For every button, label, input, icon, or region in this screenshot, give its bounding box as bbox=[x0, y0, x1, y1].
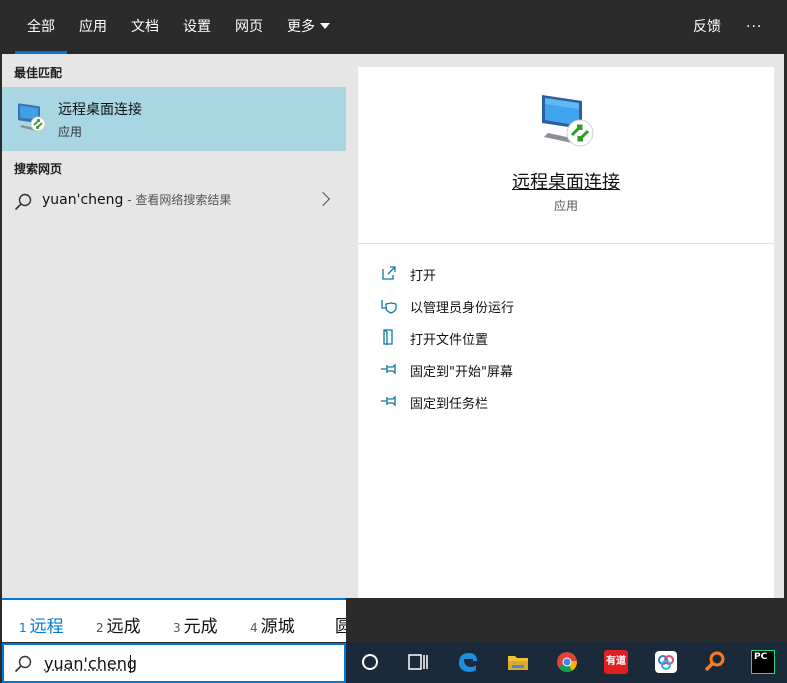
baidu-netdisk-icon[interactable] bbox=[654, 650, 678, 674]
ime-candidate-number: 2 bbox=[96, 621, 104, 635]
shield-icon bbox=[381, 300, 397, 314]
edge-icon[interactable] bbox=[456, 650, 480, 674]
web-search-query: yuan'cheng bbox=[42, 192, 124, 208]
top-nav: 全部 应用 文档 设置 网页 更多 反馈 ··· bbox=[2, 2, 784, 54]
app-type: 应用 bbox=[553, 199, 578, 213]
ime-bar-filler bbox=[346, 598, 784, 642]
app-title[interactable]: 远程桌面连接 bbox=[358, 168, 774, 194]
ime-candidate-text: 圆 bbox=[335, 617, 346, 637]
text-cursor bbox=[130, 655, 131, 673]
action-open-label: 打开 bbox=[410, 269, 437, 284]
search-icon bbox=[14, 193, 32, 211]
search-tool-icon[interactable] bbox=[703, 650, 727, 674]
ime-candidate[interactable]: 2 远成 bbox=[96, 612, 141, 637]
search-icon bbox=[14, 655, 32, 673]
tab-all[interactable]: 全部 bbox=[15, 2, 67, 54]
web-search-result[interactable]: yuan'cheng - 查看网络搜索结果 bbox=[2, 185, 346, 217]
chevron-right-icon bbox=[315, 191, 331, 207]
action-run-as-admin-label: 以管理员身份运行 bbox=[410, 301, 515, 316]
action-pin-to-start-label: 固定到"开始"屏幕 bbox=[410, 365, 513, 380]
ime-candidate[interactable]: 3 元成 bbox=[173, 612, 218, 637]
pycharm-icon-label: PC bbox=[754, 652, 768, 662]
ime-candidate-text: 远成 bbox=[106, 617, 141, 637]
chrome-icon[interactable] bbox=[555, 650, 579, 674]
best-match-item[interactable]: 远程桌面连接 应用 bbox=[2, 87, 346, 151]
ime-candidate-number: 1 bbox=[19, 621, 27, 635]
youdao-icon[interactable]: 有道 bbox=[604, 650, 628, 674]
remote-desktop-icon bbox=[18, 103, 46, 132]
tab-documents[interactable]: 文档 bbox=[131, 2, 159, 54]
pycharm-icon[interactable]: PC bbox=[751, 650, 775, 674]
web-search-query-row: yuan'cheng - 查看网络搜索结果 bbox=[42, 191, 231, 208]
open-icon bbox=[382, 266, 396, 280]
app-detail-card: 远程桌面连接 应用 打开 以管理员身份运行 打开文件位置 固定到"开始"屏幕 固… bbox=[358, 67, 774, 598]
action-pin-to-taskbar-label: 固定到任务栏 bbox=[410, 397, 489, 412]
feedback-button[interactable]: 反馈 bbox=[693, 2, 721, 54]
taskbar: 有道 PC bbox=[346, 642, 787, 683]
ime-candidate[interactable]: 1 远程 bbox=[19, 612, 64, 637]
ime-candidate-number: 4 bbox=[250, 621, 258, 635]
best-match-title: 远程桌面连接 bbox=[58, 102, 142, 118]
pin-icon bbox=[381, 395, 396, 407]
pin-icon bbox=[381, 363, 396, 375]
best-match-subtitle: 应用 bbox=[58, 125, 83, 139]
tab-settings[interactable]: 设置 bbox=[183, 2, 211, 54]
ime-candidate-bar: 1 远程 2 远成 3 元成 4 源城 圆 bbox=[2, 598, 346, 642]
more-options-button[interactable]: ··· bbox=[746, 2, 762, 54]
tab-apps[interactable]: 应用 bbox=[79, 2, 107, 54]
file-location-icon bbox=[383, 329, 393, 345]
ime-candidate-number: 3 bbox=[173, 621, 181, 635]
action-open-file-location-label: 打开文件位置 bbox=[410, 333, 489, 348]
ime-candidate-text: 元成 bbox=[183, 617, 218, 637]
tab-more[interactable]: 更多 bbox=[287, 2, 330, 54]
web-search-heading: 搜索网页 bbox=[14, 162, 63, 176]
ime-candidate-text: 远程 bbox=[29, 617, 64, 637]
file-explorer-icon[interactable] bbox=[506, 650, 530, 674]
web-search-hint: - 查看网络搜索结果 bbox=[123, 193, 232, 207]
divider bbox=[358, 243, 774, 244]
cortana-icon[interactable] bbox=[358, 650, 382, 674]
tab-web[interactable]: 网页 bbox=[235, 2, 263, 54]
ime-candidate[interactable]: 4 源城 bbox=[250, 612, 295, 637]
task-view-icon[interactable] bbox=[406, 650, 430, 674]
search-box[interactable]: yuan'cheng bbox=[2, 643, 346, 683]
results-panel: 最佳匹配 远程桌面连接 应用 搜索网页 yuan'cheng - 查看网络搜索结… bbox=[2, 54, 346, 598]
best-match-heading: 最佳匹配 bbox=[14, 66, 63, 80]
ime-candidate[interactable]: 圆 bbox=[335, 612, 346, 637]
tab-more-label: 更多 bbox=[287, 19, 315, 35]
remote-desktop-large-icon bbox=[542, 95, 594, 147]
search-input[interactable]: yuan'cheng bbox=[44, 654, 137, 673]
ime-candidate-text: 源城 bbox=[260, 617, 295, 637]
chevron-down-icon bbox=[320, 23, 330, 29]
